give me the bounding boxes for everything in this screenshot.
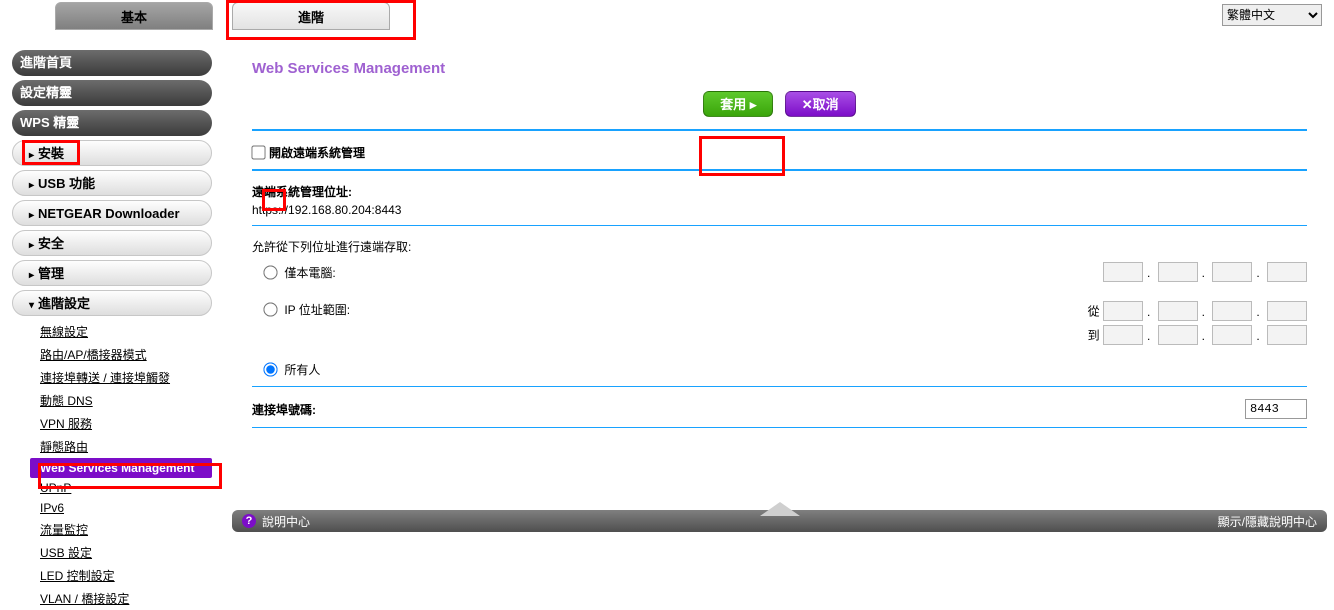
divider (252, 129, 1307, 131)
chevron-right-icon: ▸ (29, 270, 34, 281)
ip-octet[interactable] (1103, 325, 1143, 345)
main-area: 進階首頁 設定精靈 WPS 精靈 ▸ 安裝 ▸ USB 功能 ▸ NETGEAR Do… (0, 50, 1334, 570)
sidebar-section-label: 管理 (38, 266, 64, 281)
divider (252, 427, 1307, 428)
sidebar-section-usb[interactable]: ▸ USB 功能 (12, 170, 212, 196)
ip-octet[interactable] (1267, 262, 1307, 282)
help-toggle-link[interactable]: 顯示/隱藏說明中心 (1218, 513, 1317, 530)
help-title: 說明中心 (262, 513, 310, 530)
sidebar-section-label: 進階設定 (38, 296, 90, 311)
help-icon: ? (242, 514, 256, 528)
ip-octet[interactable] (1212, 325, 1252, 345)
ip-octet[interactable] (1158, 262, 1198, 282)
allow-everyone-label: 所有人 (284, 363, 320, 377)
apply-button[interactable]: 套用 ▸ (703, 91, 773, 117)
help-bar: ? 說明中心 顯示/隱藏說明中心 (232, 510, 1327, 532)
chevron-down-icon: ▾ (29, 300, 34, 311)
sidebar-section-label: 安全 (38, 236, 64, 251)
allow-this-pc-radio[interactable] (263, 265, 277, 279)
from-label: 從 (1088, 305, 1100, 319)
button-row: 套用 ▸ ✕取消 (232, 85, 1327, 127)
sidebar-top-wps[interactable]: WPS 精靈 (12, 110, 212, 136)
enable-remote-checkbox[interactable] (251, 145, 265, 159)
expand-up-icon[interactable] (760, 502, 800, 516)
port-input[interactable] (1245, 399, 1307, 419)
enable-remote-row: 開啟遠端系統管理 (252, 137, 1307, 167)
language-select-wrap: 繁體中文 (1222, 4, 1322, 26)
sidebar-sub-vlan[interactable]: VLAN / 橋接設定 (30, 587, 212, 610)
sidebar-sub-ddns[interactable]: 動態 DNS (30, 389, 212, 412)
sidebar-sub-led[interactable]: LED 控制設定 (30, 564, 212, 587)
ip-range-fields: 從 . . . 到 . . . (1088, 301, 1307, 345)
language-select[interactable]: 繁體中文 (1222, 4, 1322, 26)
sidebar: 進階首頁 設定精靈 WPS 精靈 ▸ 安裝 ▸ USB 功能 ▸ NETGEAR Do… (12, 50, 212, 610)
page-title: Web Services Management (232, 50, 1327, 85)
divider (252, 169, 1307, 171)
allow-label: 允許從下列位址進行遠端存取: (252, 232, 1307, 257)
chevron-right-icon: ▸ (29, 210, 34, 221)
sidebar-sub-wsm[interactable]: Web Services Management (30, 458, 212, 478)
sidebar-sub-wireless[interactable]: 無線設定 (30, 320, 212, 343)
allow-ip-range-label: IP 位址範圍: (284, 303, 350, 317)
sidebar-section-advanced[interactable]: ▾ 進階設定 (12, 290, 212, 316)
sidebar-section-security[interactable]: ▸ 安全 (12, 230, 212, 256)
sidebar-sub-usb-settings[interactable]: USB 設定 (30, 541, 212, 564)
sidebar-section-install[interactable]: ▸ 安裝 (12, 140, 212, 166)
sidebar-section-label: NETGEAR Downloader (38, 206, 180, 221)
sidebar-sub-port-forward[interactable]: 連接埠轉送 / 連接埠觸發 (30, 366, 212, 389)
sidebar-sub-ipv6[interactable]: IPv6 (30, 498, 212, 518)
cancel-button[interactable]: ✕取消 (785, 91, 856, 117)
divider (252, 225, 1307, 226)
sidebar-sub-traffic[interactable]: 流量監控 (30, 518, 212, 541)
chevron-right-icon: ▸ (29, 240, 34, 251)
sidebar-sub-static-route[interactable]: 靜態路由 (30, 435, 212, 458)
ip-octet[interactable] (1103, 301, 1143, 321)
ip-octet[interactable] (1267, 325, 1307, 345)
divider (252, 386, 1307, 387)
remote-addr-label: 遠端系統管理位址: (252, 183, 1307, 200)
ip-octet[interactable] (1103, 262, 1143, 282)
sidebar-sub-vpn[interactable]: VPN 服務 (30, 412, 212, 435)
sidebar-section-label: 安裝 (38, 146, 64, 161)
sidebar-sub-router-mode[interactable]: 路由/AP/橋接器模式 (30, 343, 212, 366)
ip-octet[interactable] (1267, 301, 1307, 321)
ip-octet[interactable] (1158, 325, 1198, 345)
tab-advanced[interactable]: 進階 (232, 2, 390, 30)
allow-everyone-radio[interactable] (263, 362, 277, 376)
to-label: 到 (1088, 329, 1100, 343)
ip-octet[interactable] (1212, 301, 1252, 321)
chevron-right-icon: ▸ (29, 150, 34, 161)
remote-addr-value: https://192.168.80.204:8443 (252, 200, 1307, 217)
allow-this-pc-label: 僅本電腦: (284, 266, 335, 280)
chevron-right-icon: ▸ (29, 180, 34, 191)
content-panel: Web Services Management 套用 ▸ ✕取消 開啟遠端系統管… (232, 50, 1327, 506)
sidebar-top-home[interactable]: 進階首頁 (12, 50, 212, 76)
ip-octet[interactable] (1158, 301, 1198, 321)
sidebar-sublist: 無線設定 路由/AP/橋接器模式 連接埠轉送 / 連接埠觸發 動態 DNS VP… (30, 320, 212, 610)
allow-ip-range-radio[interactable] (263, 302, 277, 316)
sidebar-sub-upnp[interactable]: UPnP (30, 478, 212, 498)
enable-remote-label: 開啟遠端系統管理 (269, 144, 365, 161)
sidebar-section-label: USB 功能 (38, 176, 95, 191)
tab-basic[interactable]: 基本 (55, 2, 213, 30)
sidebar-section-downloader[interactable]: ▸ NETGEAR Downloader (12, 200, 212, 226)
this-pc-ip-fields: . . . (1103, 262, 1307, 282)
port-label: 連接埠號碼: (252, 401, 316, 418)
sidebar-top-wizard[interactable]: 設定精靈 (12, 80, 212, 106)
ip-octet[interactable] (1212, 262, 1252, 282)
sidebar-section-admin[interactable]: ▸ 管理 (12, 260, 212, 286)
top-tab-bar: 基本 進階 繁體中文 (0, 0, 1334, 34)
